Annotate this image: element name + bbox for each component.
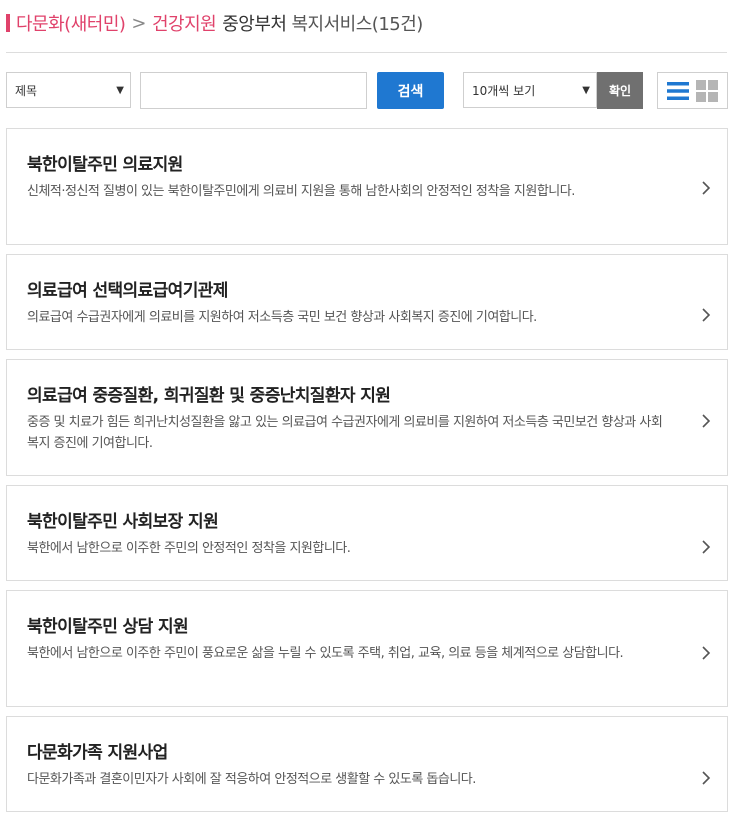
service-description: 의료급여 수급권자에게 의료비를 지원하여 저소득층 국민 보건 향상과 사회복… — [27, 310, 537, 325]
service-title: 북한이탈주민 상담 지원 — [27, 617, 189, 637]
search-input[interactable] — [140, 72, 367, 109]
breadcrumb: 다문화(새터민) > 건강지원 중앙부처 복지서비스(15건) — [6, 10, 423, 36]
dropdown-arrow-icon: ▼ — [116, 85, 124, 96]
service-description: 북한에서 남한으로 이주한 주민의 안정적인 정착을 지원합니다. — [27, 541, 351, 556]
service-description: 신체적·정신적 질병이 있는 북한이탈주민에게 의료비 지원을 통해 남한사회의… — [27, 184, 575, 199]
service-description: 중증 및 치료가 힘든 희귀난치성질환을 앓고 있는 의료급여 수급권자에게 의… — [27, 415, 663, 451]
confirm-button[interactable]: 확인 — [597, 72, 643, 109]
dropdown-arrow-icon: ▼ — [582, 85, 590, 96]
chevron-right-icon — [702, 771, 711, 785]
service-title: 의료급여 선택의료급여기관제 — [27, 281, 228, 301]
service-description: 다문화가족과 결혼이민자가 사회에 잘 적응하여 안정적으로 생활할 수 있도록… — [27, 772, 476, 787]
header-divider — [6, 52, 727, 53]
search-field-select[interactable]: 제목 ▼ — [6, 72, 131, 108]
chevron-right-icon — [702, 646, 711, 660]
service-title: 북한이탈주민 의료지원 — [27, 155, 183, 175]
breadcrumb-subcategory[interactable]: 건강지원 — [152, 10, 217, 36]
service-title: 의료급여 중증질환, 희귀질환 및 중증난치질환자 지원 — [27, 386, 391, 406]
grid-view-button[interactable] — [695, 79, 719, 103]
search-button[interactable]: 검색 — [377, 72, 444, 109]
service-count: 복지서비스(15건) — [291, 14, 424, 35]
view-toggle — [657, 72, 728, 109]
service-card[interactable]: 북한이탈주민 상담 지원 북한에서 남한으로 이주한 주민이 풍요로운 삶을 누… — [6, 590, 728, 707]
service-card[interactable]: 다문화가족 지원사업 다문화가족과 결혼이민자가 사회에 잘 적응하여 안정적으… — [6, 716, 728, 812]
breadcrumb-ministry: 중앙부처 — [222, 14, 287, 35]
page-size-select[interactable]: 10개씩 보기 ▼ — [463, 72, 597, 108]
service-description: 북한에서 남한으로 이주한 주민이 풍요로운 삶을 누릴 수 있도록 주택, 취… — [27, 646, 624, 661]
service-card[interactable]: 의료급여 중증질환, 희귀질환 및 중증난치질환자 지원 중증 및 치료가 힘든… — [6, 359, 728, 476]
chevron-right-icon — [702, 308, 711, 322]
breadcrumb-separator: > — [131, 12, 146, 34]
chevron-right-icon — [702, 540, 711, 554]
list-view-button[interactable] — [666, 79, 690, 103]
list-view-icon — [667, 81, 690, 100]
service-title: 다문화가족 지원사업 — [27, 743, 168, 763]
page-size-select-value: 10개씩 보기 — [472, 83, 536, 98]
chevron-right-icon — [702, 414, 711, 428]
service-card[interactable]: 의료급여 선택의료급여기관제 의료급여 수급권자에게 의료비를 지원하여 저소득… — [6, 254, 728, 350]
service-title: 북한이탈주민 사회보장 지원 — [27, 512, 219, 532]
service-card[interactable]: 북한이탈주민 사회보장 지원 북한에서 남한으로 이주한 주민의 안정적인 정착… — [6, 485, 728, 581]
breadcrumb-category[interactable]: 다문화(새터민) — [16, 10, 126, 36]
search-field-select-value: 제목 — [15, 83, 38, 98]
service-card[interactable]: 북한이탈주민 의료지원 신체적·정신적 질병이 있는 북한이탈주민에게 의료비 … — [6, 128, 728, 245]
header-accent-bar — [6, 14, 10, 32]
grid-view-icon — [695, 79, 718, 102]
chevron-right-icon — [702, 181, 711, 195]
